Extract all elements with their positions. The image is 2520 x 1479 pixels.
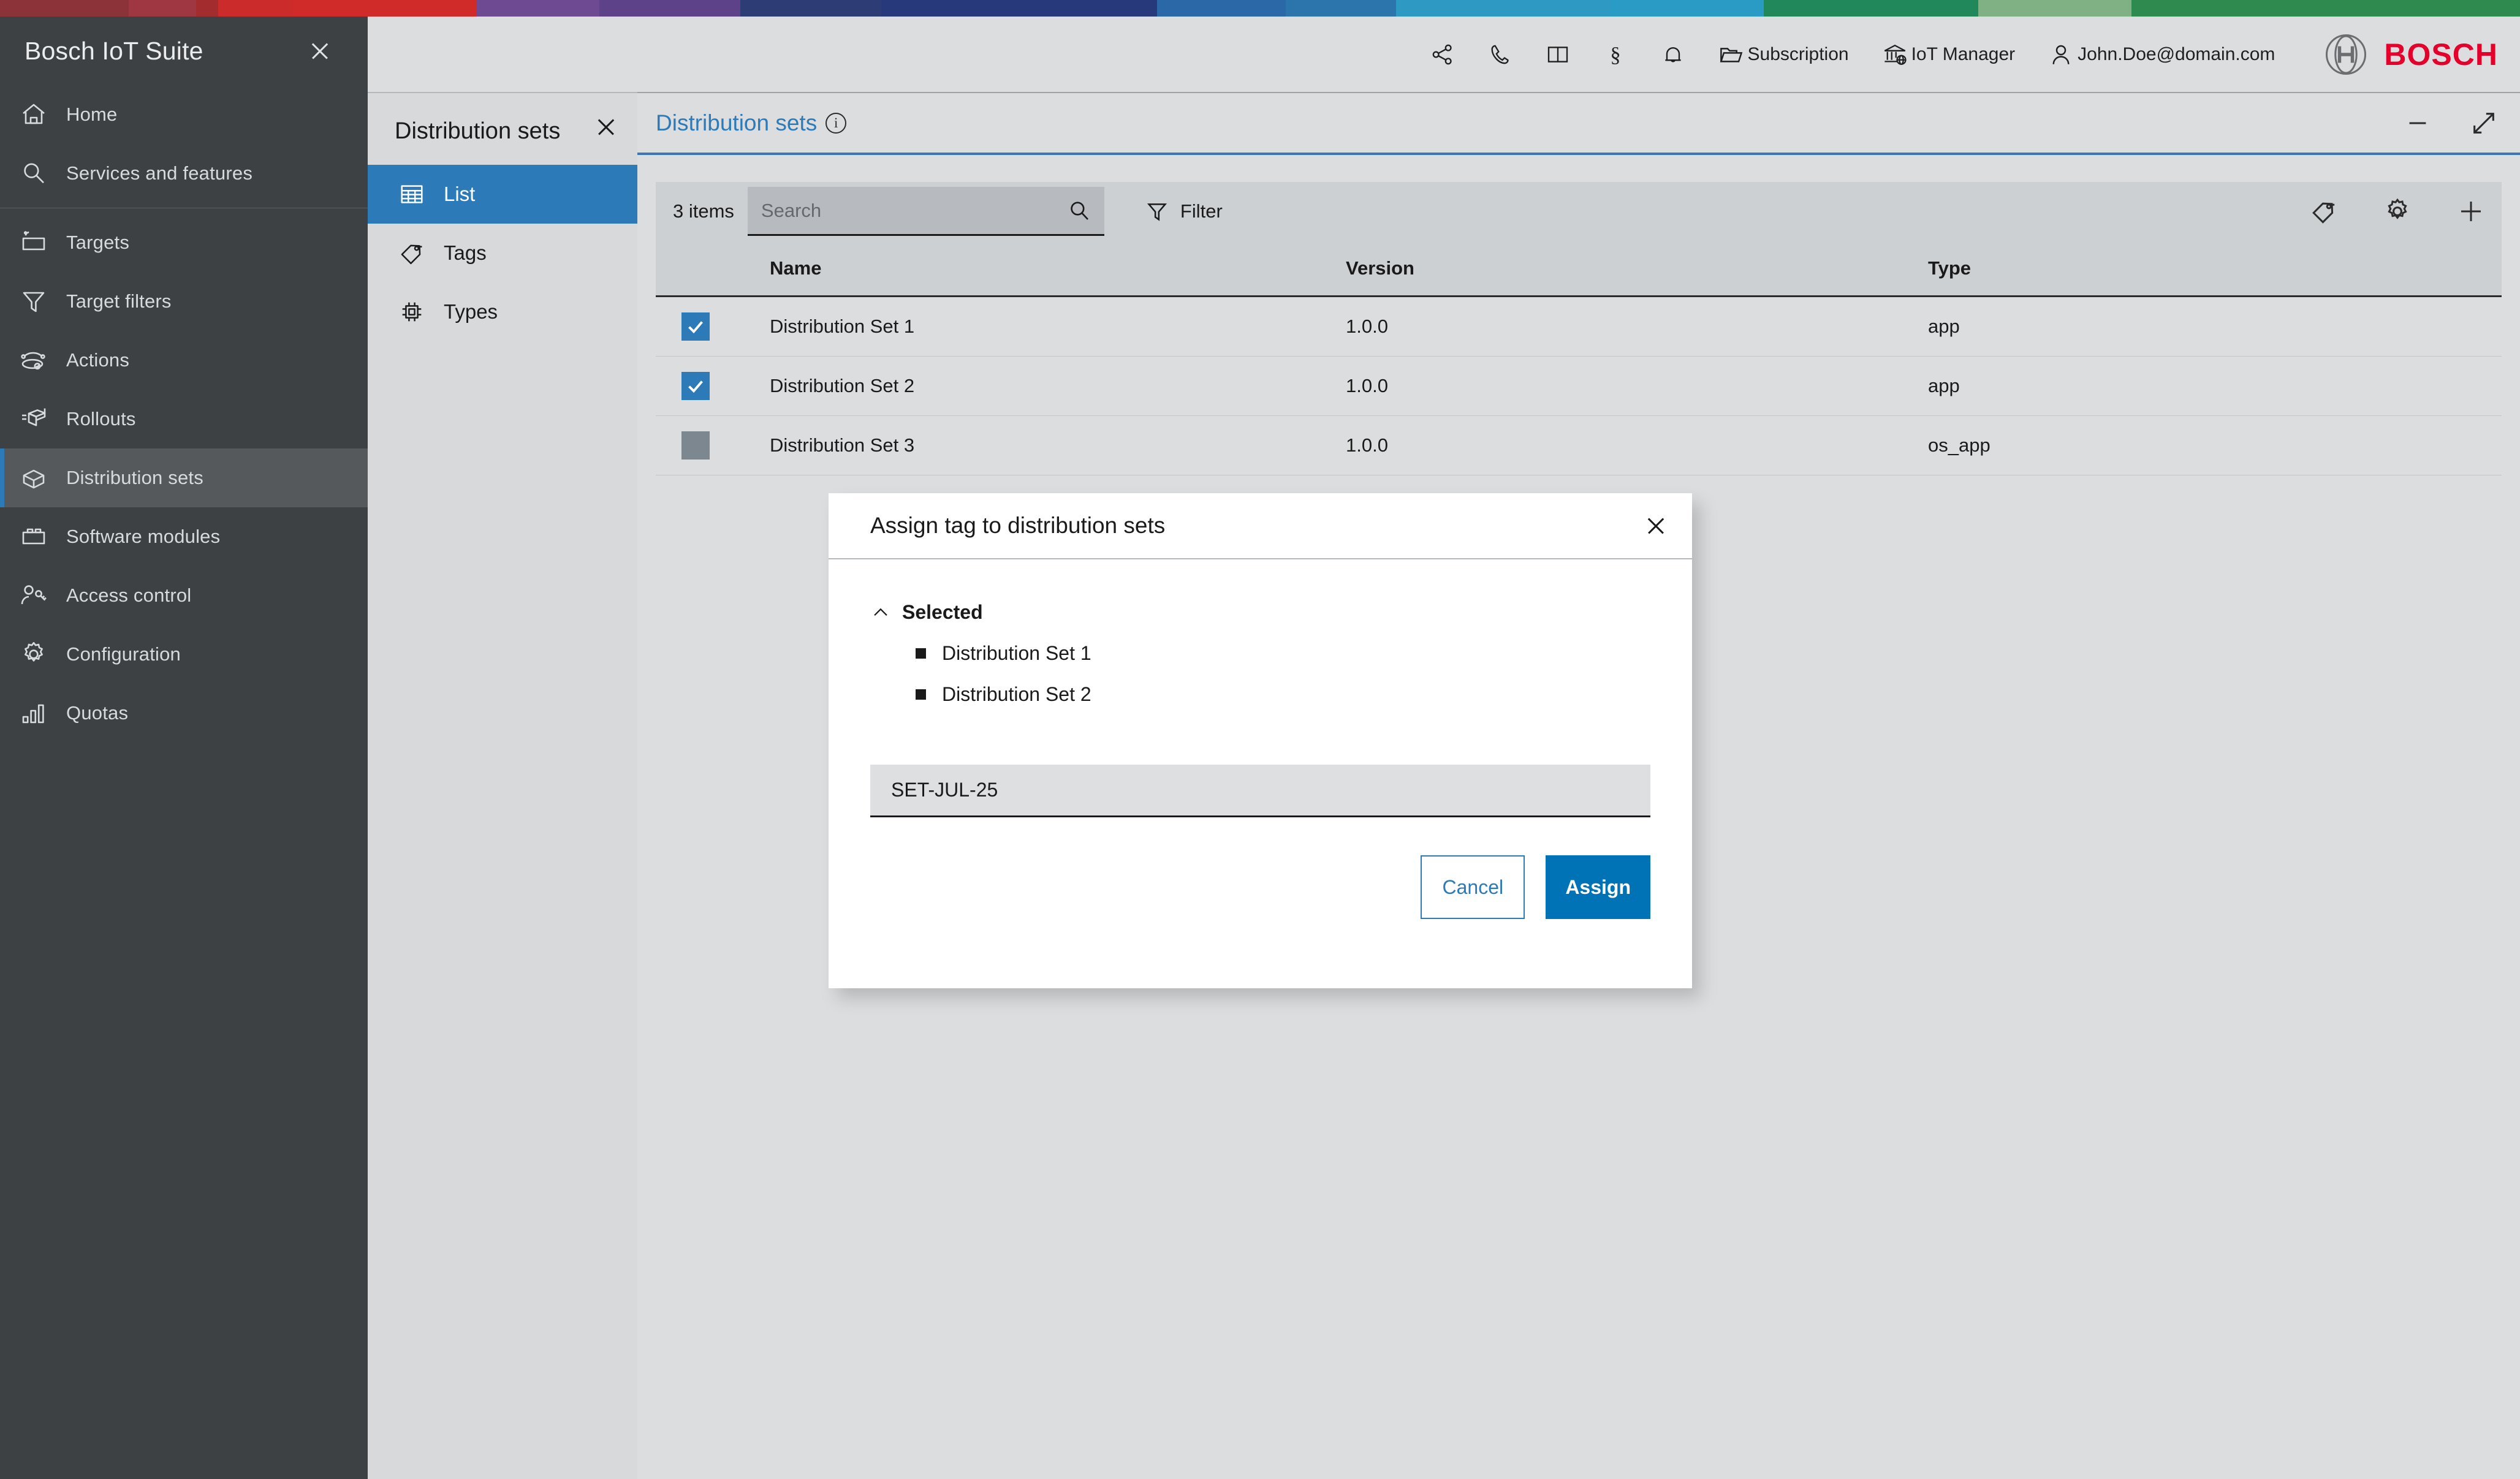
selected-item: Distribution Set 2 bbox=[916, 683, 1650, 706]
modal-overlay: Assign tag to distribution sets Selected… bbox=[0, 0, 2520, 1479]
bullet-icon bbox=[916, 648, 926, 659]
dialog-body: Selected Distribution Set 1Distribution … bbox=[829, 559, 1692, 706]
tag-name-input[interactable]: SET-JUL-25 bbox=[870, 765, 1650, 817]
selected-items-list: Distribution Set 1 Distribution Set 2 bbox=[870, 642, 1650, 706]
selected-item: Distribution Set 1 bbox=[916, 642, 1650, 665]
selected-group-label: Selected bbox=[902, 601, 983, 624]
bullet-icon bbox=[916, 689, 926, 700]
assign-button[interactable]: Assign bbox=[1546, 855, 1650, 919]
tag-name-value: SET-JUL-25 bbox=[891, 779, 998, 801]
selected-item-label: Distribution Set 1 bbox=[942, 642, 1091, 665]
dialog-actions: Cancel Assign bbox=[829, 855, 1650, 919]
cancel-button[interactable]: Cancel bbox=[1421, 855, 1525, 919]
assign-tag-dialog: Assign tag to distribution sets Selected… bbox=[829, 493, 1692, 988]
dialog-title: Assign tag to distribution sets bbox=[870, 513, 1165, 539]
close-icon[interactable] bbox=[1645, 515, 1666, 536]
app-root: Bosch IoT Suite HomeServices and feature… bbox=[0, 0, 2520, 1479]
dialog-header: Assign tag to distribution sets bbox=[829, 493, 1692, 559]
chevron-up-icon bbox=[870, 602, 891, 623]
selected-item-label: Distribution Set 2 bbox=[942, 683, 1091, 706]
selected-group-toggle[interactable]: Selected bbox=[870, 601, 1650, 624]
